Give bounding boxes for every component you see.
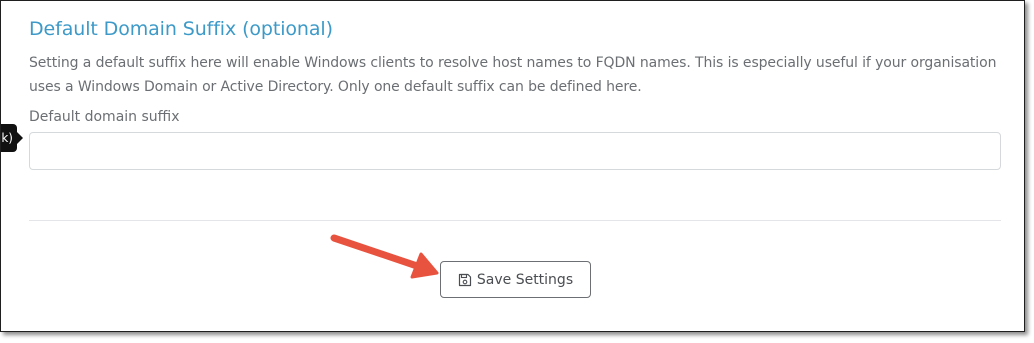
domain-suffix-label: Default domain suffix	[29, 109, 180, 125]
section-help-text: Setting a default suffix here will enabl…	[29, 55, 997, 95]
save-settings-button[interactable]: Save Settings	[440, 261, 591, 298]
save-settings-label: Save Settings	[476, 271, 574, 288]
settings-panel: Default Domain Suffix (optional) Setting…	[0, 0, 1025, 332]
tooltip-tab: k)	[1, 124, 23, 152]
divider	[29, 220, 1001, 221]
floppy-disk-icon	[458, 273, 472, 287]
section-title: Default Domain Suffix (optional)	[29, 18, 333, 40]
pointer-arrow-icon	[330, 234, 439, 279]
domain-suffix-input[interactable]	[29, 132, 1001, 170]
